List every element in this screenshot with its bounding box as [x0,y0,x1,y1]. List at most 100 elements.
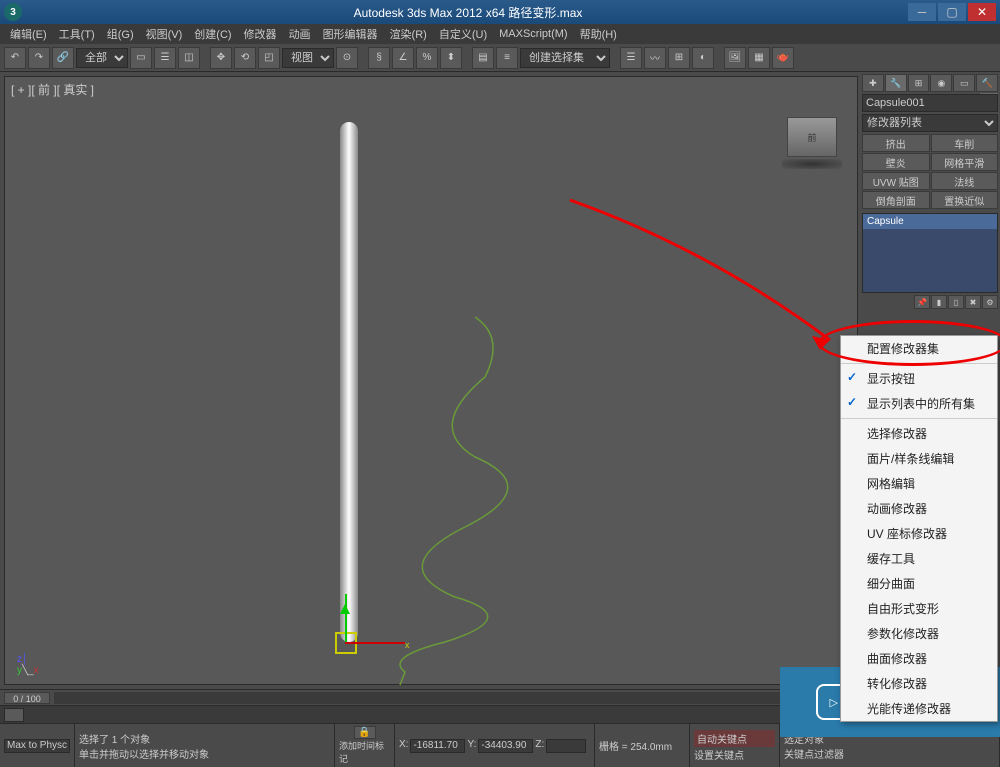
menu-show-all-sets[interactable]: ✓显示列表中的所有集 [841,391,997,419]
modifier-stack[interactable]: Capsule [862,213,998,293]
stack-item-capsule[interactable]: Capsule [863,214,997,229]
menu-create[interactable]: 创建(C) [188,24,237,44]
mod-btn-uvwmap[interactable]: UVW 贴图 [862,172,930,190]
axis-indicator: z│ y╲_x [17,654,39,676]
menu-rendering[interactable]: 渲染(R) [384,24,433,44]
move-button[interactable]: ✥ [210,47,232,69]
maxscript-listener[interactable] [4,739,70,753]
coord-z-field[interactable] [546,739,586,753]
render-button[interactable]: 🫖 [772,47,794,69]
modify-tab[interactable]: 🔧 [885,74,907,92]
viewport-front[interactable]: [ + ][ 前 ][ 真实 ] 前 x z│ y╲_x [4,76,858,685]
select-name-button[interactable]: ☰ [154,47,176,69]
angle-snap-button[interactable]: ∠ [392,47,414,69]
select-button[interactable]: ▭ [130,47,152,69]
grid-status: 栅格 = 254.0mm [599,738,685,753]
menu-graph-editors[interactable]: 图形编辑器 [317,24,384,44]
utilities-tab[interactable]: 🔨 [976,74,998,92]
menu-ffd[interactable]: 自由形式变形 [841,596,997,621]
coord-x-field[interactable] [410,739,465,753]
align-button[interactable]: ≡ [496,47,518,69]
mod-btn-disp[interactable]: 置换近似 [931,191,999,209]
menu-radiosity-mods[interactable]: 光能传递修改器 [841,696,997,721]
menu-maxscript[interactable]: MAXScript(M) [493,26,573,42]
snap-toggle-button[interactable]: § [368,47,390,69]
menu-uv-mods[interactable]: UV 座标修改器 [841,521,997,546]
percent-snap-button[interactable]: % [416,47,438,69]
close-button[interactable]: ✕ [968,3,996,21]
coord-y-field[interactable] [478,739,533,753]
viewport-label[interactable]: [ + ][ 前 ][ 真实 ] [11,81,94,98]
scale-button[interactable]: ◰ [258,47,280,69]
menu-tools[interactable]: 工具(T) [53,24,101,44]
setkey-button[interactable]: 设置关键点 [694,747,775,762]
mod-btn-meshsmooth[interactable]: 网格平滑 [931,153,999,171]
trackbar-toggle[interactable] [4,708,24,722]
mod-btn-extrude[interactable]: 挤出 [862,134,930,152]
ref-coord-dropdown[interactable]: 视图 [282,48,334,68]
autokey-button[interactable]: 自动关键点 [694,730,775,747]
viewcube-shadow [782,159,842,169]
maximize-button[interactable]: ▢ [938,3,966,21]
window-title: Autodesk 3ds Max 2012 x64 路径变形.max [28,4,908,21]
modifier-list-dropdown[interactable]: 修改器列表 [862,114,998,132]
menu-subdiv[interactable]: 细分曲面 [841,571,997,596]
lock-selection-button[interactable]: 🔒 [354,726,376,739]
menu-show-buttons[interactable]: ✓显示按钮 [841,366,997,391]
app-logo-icon: 3 [4,3,22,21]
minimize-button[interactable]: ─ [908,3,936,21]
undo-button[interactable]: ↶ [4,47,26,69]
rotate-button[interactable]: ⟲ [234,47,256,69]
menu-modifiers[interactable]: 修改器 [238,24,283,44]
selection-filter-dropdown[interactable]: 全部 [76,48,128,68]
link-button[interactable]: 🔗 [52,47,74,69]
create-tab[interactable]: ✚ [862,74,884,92]
menu-view[interactable]: 视图(V) [140,24,189,44]
capsule-object[interactable] [340,122,358,642]
render-setup-button[interactable]: 🖼 [724,47,746,69]
hierarchy-tab[interactable]: ⊞ [908,74,930,92]
add-time-tag[interactable]: 添加时间标记 [339,739,390,765]
viewcube[interactable]: 前 [787,117,837,157]
layer-button[interactable]: ☰ [620,47,642,69]
menu-convert-mods[interactable]: 转化修改器 [841,671,997,696]
mod-btn-normal[interactable]: 法线 [931,172,999,190]
menu-edit[interactable]: 编辑(E) [4,24,53,44]
configure-sets-button[interactable]: ⚙ [982,295,998,309]
menu-help[interactable]: 帮助(H) [574,24,623,44]
menu-selection-mods[interactable]: 选择修改器 [841,421,997,446]
menu-configure-sets[interactable]: 配置修改器集 [841,336,997,364]
mod-btn-lathe[interactable]: 车削 [931,134,999,152]
menu-param-mods[interactable]: 参数化修改器 [841,621,997,646]
named-selection-dropdown[interactable]: 创建选择集 [520,48,610,68]
pin-stack-button[interactable]: 📌 [914,295,930,309]
remove-mod-button[interactable]: ✖ [965,295,981,309]
spinner-snap-button[interactable]: ⬍ [440,47,462,69]
menu-customize[interactable]: 自定义(U) [433,24,493,44]
mod-btn-bevel[interactable]: 倒角剖面 [862,191,930,209]
spline-object[interactable] [5,77,855,717]
time-slider-thumb[interactable]: 0 / 100 [4,692,50,704]
mirror-button[interactable]: ▤ [472,47,494,69]
curve-editor-button[interactable]: 〰 [644,47,666,69]
unique-button[interactable]: ▯ [948,295,964,309]
display-tab[interactable]: ▭ [953,74,975,92]
menu-patch-spline[interactable]: 面片/样条线编辑 [841,446,997,471]
menu-surface-mods[interactable]: 曲面修改器 [841,646,997,671]
motion-tab[interactable]: ◉ [930,74,952,92]
menu-mesh-edit[interactable]: 网格编辑 [841,471,997,496]
pivot-button[interactable]: ⊙ [336,47,358,69]
key-filter[interactable]: 关键点过滤器 [784,746,995,761]
object-name-field[interactable] [862,94,998,112]
select-region-button[interactable]: ◫ [178,47,200,69]
redo-button[interactable]: ↷ [28,47,50,69]
schematic-button[interactable]: ⊞ [668,47,690,69]
mod-btn-shell[interactable]: 壁炎 [862,153,930,171]
render-frame-button[interactable]: ▦ [748,47,770,69]
menu-anim-mods[interactable]: 动画修改器 [841,496,997,521]
menu-animation[interactable]: 动画 [283,24,317,44]
menu-cache-tools[interactable]: 缓存工具 [841,546,997,571]
show-end-button[interactable]: ▮ [931,295,947,309]
material-editor-button[interactable]: ◐ [692,47,714,69]
menu-group[interactable]: 组(G) [101,24,140,44]
